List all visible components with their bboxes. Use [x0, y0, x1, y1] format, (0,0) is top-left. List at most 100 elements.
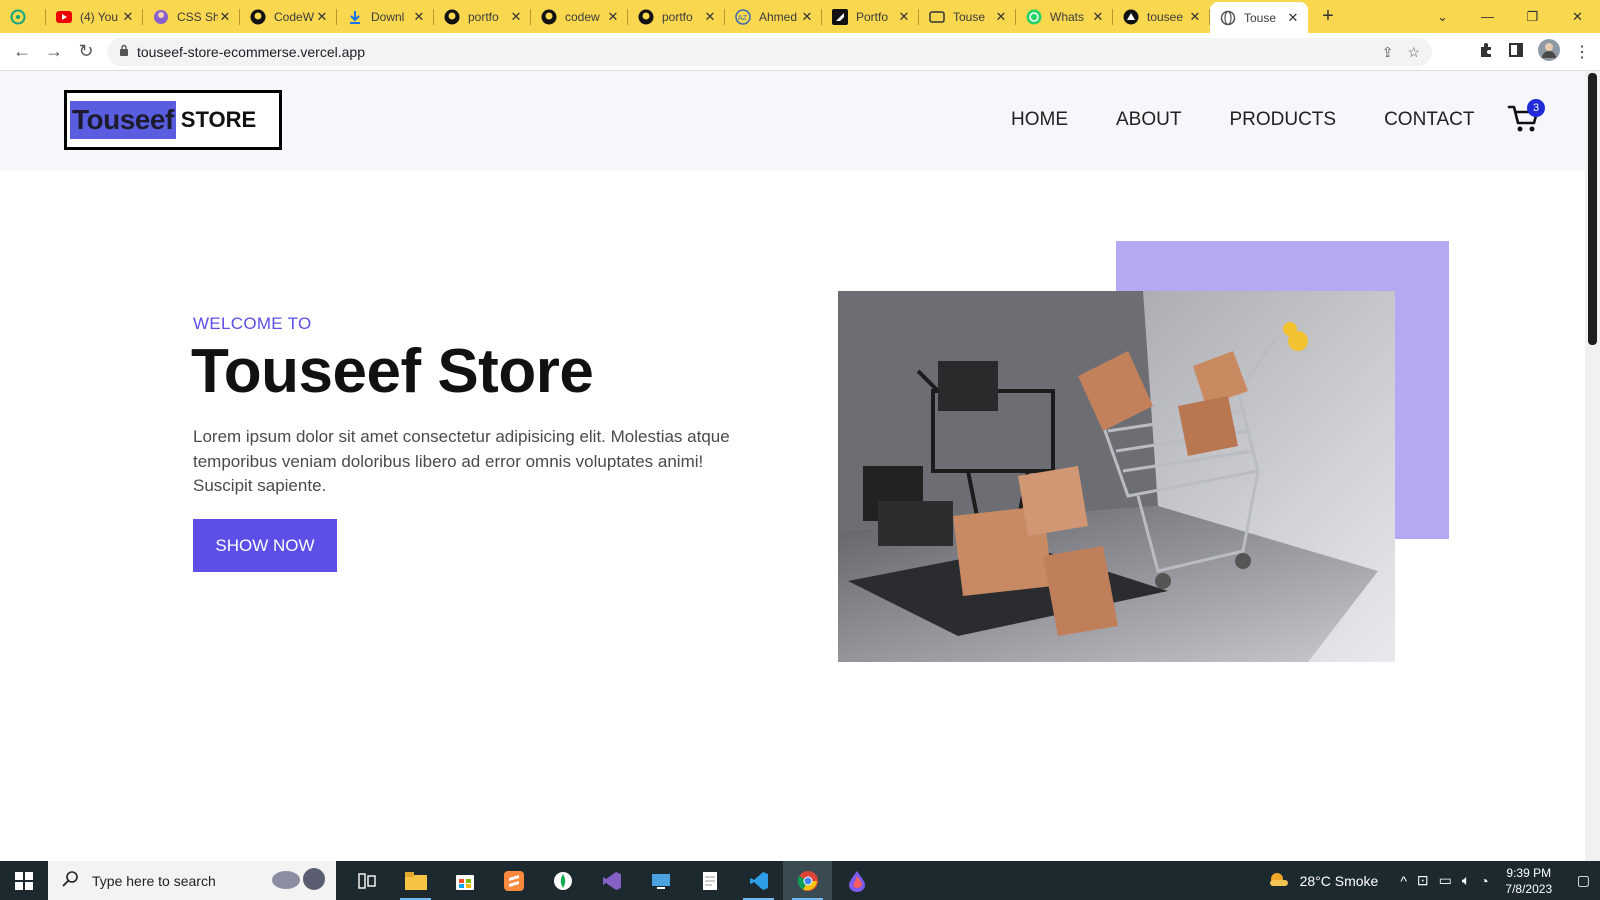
back-icon[interactable]: ←: [6, 36, 38, 68]
search-icon: [62, 871, 78, 890]
chrome-icon[interactable]: [783, 861, 832, 900]
close-icon[interactable]: ✕: [315, 9, 329, 25]
tab-search-icon[interactable]: ⌄: [1420, 9, 1465, 25]
lock-icon: [119, 43, 129, 61]
site-header: Touseef STORE HOME ABOUT PRODUCTS CONTAC…: [0, 71, 1585, 171]
clock-time: 9:39 PM: [1506, 865, 1552, 880]
microsoft-store-icon[interactable]: [440, 861, 489, 900]
chevron-up-icon[interactable]: ^: [1400, 873, 1407, 889]
close-icon[interactable]: ✕: [703, 9, 717, 25]
weather-text[interactable]: 28°C Smoke: [1300, 873, 1379, 889]
site-logo[interactable]: Touseef STORE: [64, 90, 282, 150]
tab-title: Whats: [1050, 9, 1085, 24]
system-tray: 28°C Smoke ^ ⊡ ▭ 🔈︎ ◔ 9:39 PM 7/8/2023 ▢: [1268, 865, 1600, 897]
tab-vercel[interactable]: tousee ✕: [1113, 0, 1210, 33]
battery-icon[interactable]: ▭: [1439, 872, 1452, 889]
shopping-cart-laptop-illustration: [838, 291, 1378, 662]
visual-studio-icon[interactable]: [587, 861, 636, 900]
reload-icon[interactable]: ↻: [70, 36, 102, 68]
taskbar-search[interactable]: Type here to search: [48, 861, 336, 900]
profile-avatar[interactable]: [1538, 38, 1560, 66]
volume-icon[interactable]: 🔈︎: [1462, 872, 1470, 889]
tab-title: portfo: [662, 9, 693, 24]
close-icon[interactable]: ✕: [606, 9, 620, 25]
sublime-icon[interactable]: [489, 861, 538, 900]
tab-whatsapp[interactable]: Whats ✕: [1016, 0, 1113, 33]
notifications-icon[interactable]: ▢: [1577, 872, 1590, 889]
bookmark-star-icon[interactable]: ☆: [1407, 44, 1420, 61]
extensions-icon[interactable]: [1478, 42, 1494, 63]
tab-chatgpt[interactable]: [0, 0, 46, 33]
clock[interactable]: 9:39 PM 7/8/2023: [1499, 865, 1559, 897]
task-view-icon[interactable]: [342, 861, 391, 900]
close-icon[interactable]: ✕: [1188, 9, 1202, 25]
browser-toolbar: ← → ↻ touseef-store-ecommerse.vercel.app…: [0, 33, 1600, 71]
nav-about[interactable]: ABOUT: [1116, 109, 1181, 131]
forward-icon[interactable]: →: [38, 36, 70, 68]
tab-title: tousee: [1147, 9, 1184, 24]
mongodb-compass-icon[interactable]: [538, 861, 587, 900]
hero-description: Lorem ipsum dolor sit amet consectetur a…: [193, 427, 730, 495]
tab-codewave-2[interactable]: codew ✕: [531, 0, 628, 33]
file-explorer-icon[interactable]: [391, 861, 440, 900]
github-icon: [250, 9, 266, 25]
nav-contact[interactable]: CONTACT: [1384, 109, 1474, 131]
restore-icon[interactable]: ❐: [1510, 9, 1555, 25]
close-icon[interactable]: ✕: [1286, 10, 1300, 26]
cart-icon: [1507, 105, 1541, 139]
page-scrollbar[interactable]: [1585, 71, 1600, 861]
svg-text:AZ: AZ: [738, 15, 748, 22]
logo-suffix: STORE: [180, 107, 257, 132]
search-placeholder: Type here to search: [92, 872, 216, 889]
windows-start-icon[interactable]: [0, 861, 48, 900]
tab-downloads[interactable]: Downl ✕: [337, 0, 434, 33]
tab-touseef-store-active[interactable]: Touse ✕: [1210, 2, 1308, 33]
scrollbar-thumb[interactable]: [1588, 73, 1597, 345]
tab-title: (4) You: [80, 9, 119, 24]
close-icon[interactable]: ✕: [1091, 9, 1105, 25]
github-icon: [444, 9, 460, 25]
side-panel-icon[interactable]: [1508, 42, 1524, 63]
close-icon[interactable]: ✕: [218, 9, 232, 25]
tab-ahmed[interactable]: AZ Ahmed ✕: [725, 0, 822, 33]
show-now-button[interactable]: SHOW NOW: [193, 519, 337, 572]
nav-products[interactable]: PRODUCTS: [1229, 109, 1336, 131]
avatar-icon: [153, 9, 169, 25]
tab-framer-portfolio[interactable]: Portfo ✕: [822, 0, 919, 33]
close-window-icon[interactable]: ✕: [1555, 9, 1600, 25]
close-icon[interactable]: ✕: [412, 9, 426, 25]
close-icon[interactable]: ✕: [897, 9, 911, 25]
color-picker-icon[interactable]: [832, 861, 881, 900]
vscode-icon[interactable]: [734, 861, 783, 900]
tab-portfolio-2[interactable]: portfo ✕: [628, 0, 725, 33]
tab-touseef-app[interactable]: Touse ✕: [919, 0, 1016, 33]
address-bar[interactable]: touseef-store-ecommerse.vercel.app ⇪ ☆: [107, 38, 1432, 66]
whatsapp-icon: [1026, 9, 1042, 25]
tab-codewave[interactable]: CodeW ✕: [240, 0, 337, 33]
new-tab-button[interactable]: +: [1308, 0, 1348, 33]
nav-home[interactable]: HOME: [1011, 109, 1068, 131]
tab-title: Ahmed: [759, 9, 798, 24]
globe-icon: [1220, 10, 1236, 26]
tab-portfolio[interactable]: portfo ✕: [434, 0, 531, 33]
framer-icon: [832, 8, 848, 25]
minimize-icon[interactable]: —: [1465, 9, 1510, 24]
close-icon[interactable]: ✕: [994, 9, 1008, 25]
menu-kebab-icon[interactable]: ⋮: [1574, 42, 1590, 62]
remote-desktop-icon[interactable]: [636, 861, 685, 900]
close-icon[interactable]: ✕: [800, 9, 814, 25]
wifi-icon[interactable]: ◔: [1480, 873, 1488, 889]
share-icon[interactable]: ⇪: [1382, 44, 1394, 61]
notepad-icon[interactable]: [685, 861, 734, 900]
taskbar-apps: [342, 861, 881, 900]
tab-title: Downl: [371, 9, 405, 24]
tab-youtube[interactable]: (4) You ✕: [46, 0, 143, 33]
close-icon[interactable]: ✕: [121, 9, 135, 25]
hero-image: [838, 291, 1395, 662]
tab-title: codew: [565, 9, 600, 24]
meet-now-icon[interactable]: ⊡: [1417, 872, 1429, 889]
tab-css-shadows[interactable]: CSS Sh ✕: [143, 0, 240, 33]
url-text: touseef-store-ecommerse.vercel.app: [137, 44, 365, 60]
cart-button[interactable]: 3: [1507, 99, 1545, 135]
close-icon[interactable]: ✕: [509, 9, 523, 25]
